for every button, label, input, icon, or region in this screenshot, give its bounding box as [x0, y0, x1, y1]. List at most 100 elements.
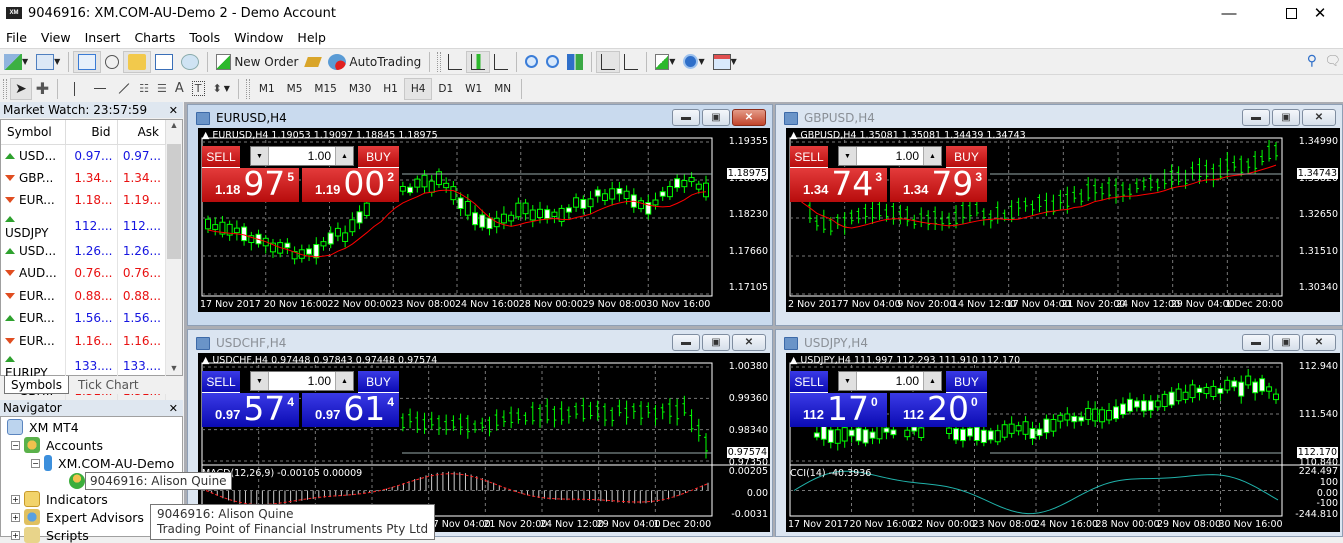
menu-insert[interactable]: Insert	[79, 30, 129, 45]
buy-price-button[interactable]: 112 20 0	[890, 392, 987, 427]
column-header-ask[interactable]: Ask	[117, 120, 166, 145]
indicators-button[interactable]: ▼	[651, 51, 679, 73]
chart-minimize-button[interactable]: ▬	[1242, 109, 1270, 126]
toolbar-grip[interactable]	[3, 78, 7, 99]
chart-minimize-button[interactable]: ▬	[672, 109, 700, 126]
sell-price-button[interactable]: 1.18 97 5	[202, 167, 299, 202]
symbol-cell[interactable]: AUD...	[1, 262, 66, 285]
zoom-in-button[interactable]	[521, 51, 542, 73]
symbol-cell[interactable]: EUR...	[1, 189, 66, 212]
line-chart-button[interactable]	[490, 51, 512, 73]
lot-size-value[interactable]: 1.00	[857, 374, 923, 388]
tab-symbols[interactable]: Symbols	[4, 376, 69, 394]
lot-decrease-button[interactable]: ▼	[251, 372, 269, 390]
data-window-toggle[interactable]	[101, 51, 123, 73]
timeframe-m5[interactable]: M5	[281, 78, 309, 100]
crosshair-tool[interactable]: ✚	[32, 78, 53, 100]
nav-scripts[interactable]: + Scripts	[11, 527, 89, 543]
search-icon[interactable]: ⚲	[1307, 52, 1317, 69]
timeframe-mn[interactable]: MN	[488, 78, 517, 100]
lot-size-field[interactable]: ▼ 1.00 ▲	[838, 371, 942, 391]
lot-decrease-button[interactable]: ▼	[839, 372, 857, 390]
sell-price-button[interactable]: 0.97 57 4	[202, 392, 299, 427]
nav-root[interactable]: XM MT4	[7, 419, 79, 435]
collapse-trade-panel-icon[interactable]: ▲	[790, 355, 797, 366]
timeframe-h4[interactable]: H4	[403, 77, 433, 100]
menu-tools[interactable]: Tools	[183, 30, 228, 45]
toolbar-grip[interactable]	[437, 51, 442, 72]
column-header-symbol[interactable]: Symbol	[1, 120, 66, 145]
timeframe-h1[interactable]: H1	[377, 78, 404, 100]
nav-server[interactable]: − XM.COM-AU-Demo	[31, 455, 174, 471]
close-market-watch-icon[interactable]: ✕	[169, 104, 178, 117]
text-label-tool[interactable]: T	[188, 78, 209, 100]
timeframe-d1[interactable]: D1	[432, 78, 459, 100]
chart-restore-button[interactable]: ▣	[702, 109, 730, 126]
lot-decrease-button[interactable]: ▼	[251, 147, 269, 165]
chart-window-titlebar[interactable]: GBPUSD,H4	[784, 111, 875, 125]
chart-minimize-button[interactable]: ▬	[672, 334, 700, 351]
periods-button[interactable]: ▼	[679, 51, 708, 73]
market-watch-row[interactable]: USDJPY 112.... 112....	[1, 211, 166, 240]
chart-window-titlebar[interactable]: EURUSD,H4	[196, 111, 287, 125]
buy-price-button[interactable]: 1.34 79 3	[890, 167, 987, 202]
market-watch-row[interactable]: EUR... 0.88... 0.88...	[1, 284, 166, 307]
menu-window[interactable]: Window	[228, 30, 291, 45]
chart-canvas-usdjpy[interactable]: ▲ USDJPY,H4 111.997 112.293 111.910 112.…	[786, 353, 1340, 532]
chart-canvas-gbpusd[interactable]: ▲ GBPUSD,H4 1.35081 1.35081 1.34439 1.34…	[786, 128, 1340, 312]
chart-close-button[interactable]: ✕	[732, 334, 766, 351]
autotrading-button[interactable]: AutoTrading	[324, 51, 425, 73]
market-watch-scrollbar[interactable]: ▲ ▼	[166, 120, 182, 375]
text-tool[interactable]: A	[171, 78, 188, 100]
cursor-tool[interactable]: ➤	[10, 77, 32, 100]
market-watch-row[interactable]: USD... 1.26... 1.26...	[1, 239, 166, 262]
chart-window-eurusd[interactable]: EURUSD,H4 ▬ ▣ ✕ ▲ EURUSD,H4 1.19053 1.19…	[187, 104, 773, 326]
chart-shift-button[interactable]	[620, 51, 642, 73]
symbol-cell[interactable]: GBP...	[1, 166, 66, 189]
close-window-button[interactable]: ✕	[1297, 0, 1343, 26]
profiles-button[interactable]: ▼	[32, 51, 64, 73]
nav-indicators[interactable]: + Indicators	[11, 491, 108, 507]
chat-icon[interactable]: 🗨	[1324, 53, 1341, 69]
symbol-cell[interactable]: USD...	[1, 144, 66, 167]
candlestick-chart-button[interactable]	[466, 50, 491, 73]
menu-charts[interactable]: Charts	[128, 30, 183, 45]
symbol-cell[interactable]: EUR...	[1, 329, 66, 352]
chart-restore-button[interactable]: ▣	[702, 334, 730, 351]
sell-button[interactable]: SELL	[202, 371, 240, 393]
sell-button[interactable]: SELL	[202, 146, 240, 168]
chart-window-titlebar[interactable]: USDJPY,H4	[784, 336, 868, 350]
symbol-cell[interactable]: EUR...	[1, 307, 66, 330]
lot-size-field[interactable]: ▼ 1.00 ▲	[250, 371, 354, 391]
collapse-icon[interactable]: −	[31, 458, 40, 468]
chart-close-button[interactable]: ✕	[732, 109, 766, 126]
timeframe-m30[interactable]: M30	[343, 78, 377, 100]
new-chart-button[interactable]: ▼	[0, 51, 32, 73]
market-watch-row[interactable]: USD... 0.97... 0.97...	[1, 144, 166, 167]
lot-size-value[interactable]: 1.00	[857, 149, 923, 163]
chart-canvas-eurusd[interactable]: ▲ EURUSD,H4 1.19053 1.19097 1.18845 1.18…	[198, 128, 770, 312]
strategy-tester-toggle[interactable]	[177, 51, 203, 73]
arrows-tool[interactable]: ⬍ ▼	[209, 78, 234, 100]
lot-increase-button[interactable]: ▲	[335, 372, 353, 390]
menu-view[interactable]: View	[35, 30, 79, 45]
timeframe-m15[interactable]: M15	[308, 78, 342, 100]
buy-price-button[interactable]: 1.19 00 2	[302, 167, 399, 202]
symbol-cell[interactable]: EUR...	[1, 284, 66, 307]
collapse-icon[interactable]: −	[11, 440, 20, 450]
fibonacci-tool[interactable]: ☰	[153, 78, 171, 100]
lot-size-field[interactable]: ▼ 1.00 ▲	[250, 146, 354, 166]
collapse-trade-panel-icon[interactable]: ▲	[202, 355, 209, 366]
sell-price-button[interactable]: 1.34 74 3	[790, 167, 887, 202]
vertical-line-tool[interactable]	[62, 78, 87, 100]
close-navigator-icon[interactable]: ✕	[169, 402, 178, 415]
sell-button[interactable]: SELL	[790, 371, 828, 393]
nav-expert-advisors[interactable]: + Expert Advisors	[11, 509, 144, 525]
symbol-cell[interactable]: USDJPY	[1, 211, 66, 240]
expand-icon[interactable]: +	[11, 512, 20, 522]
expand-icon[interactable]: +	[11, 494, 20, 504]
chart-minimize-button[interactable]: ▬	[1242, 334, 1270, 351]
trendline-tool[interactable]	[113, 78, 135, 100]
market-watch-row[interactable]: EUR... 1.18... 1.19...	[1, 189, 166, 212]
templates-button[interactable]: ▼	[709, 51, 741, 73]
